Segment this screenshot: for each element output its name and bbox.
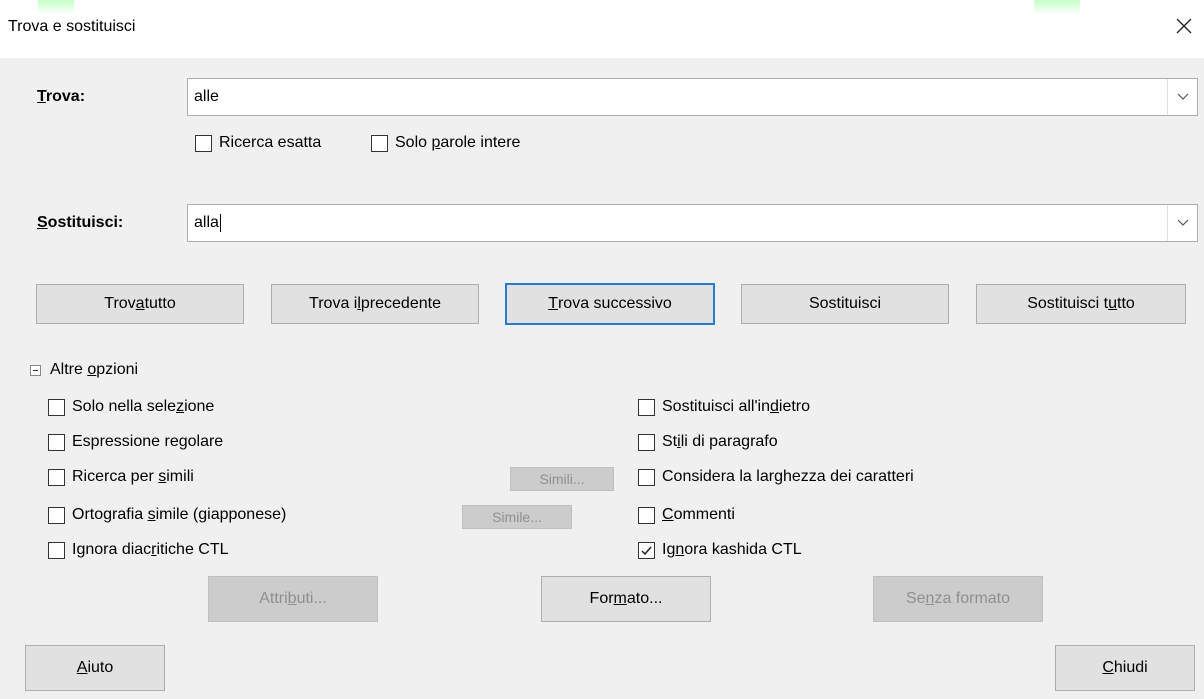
format-button[interactable]: For m ato... (541, 576, 711, 622)
title-accent-right (1034, 0, 1080, 14)
match-character-width-label: Considera la larghezza dei caratteri (662, 468, 914, 485)
replace-dropdown-button[interactable] (1167, 205, 1197, 241)
title-accent-left (38, 0, 74, 14)
replace-input[interactable]: alla (194, 214, 221, 232)
find-previous-button[interactable]: Trova il precedente (271, 284, 479, 324)
similarity-checkbox[interactable]: Ricerca per simili (48, 468, 194, 486)
whole-words-checkbox[interactable]: Solo parole intere (371, 134, 520, 152)
paragraph-styles-checkbox[interactable]: Stili di paragrafo (638, 433, 778, 451)
checkbox-box[interactable] (48, 468, 65, 486)
replace-all-button[interactable]: Sostituisci t u tto (976, 284, 1186, 324)
checkbox-box[interactable] (48, 433, 65, 451)
find-dropdown-button[interactable] (1167, 79, 1197, 115)
replace-label: Sostituisci: (37, 214, 124, 231)
find-all-button[interactable]: Trov a tutto (36, 284, 244, 324)
ignore-diacritics-checkbox[interactable]: Ignora diacritiche CTL (48, 541, 229, 559)
collapse-icon (30, 364, 41, 376)
close-button[interactable]: Chiudi (1055, 645, 1195, 691)
checkbox-box[interactable] (48, 506, 65, 524)
ignore-diacritics-label: Ignora diacritiche CTL (72, 541, 229, 558)
help-button[interactable]: Aiuto (25, 645, 165, 691)
checkbox-box[interactable] (638, 468, 655, 486)
checkmark-icon (641, 546, 652, 555)
checkbox-box[interactable] (638, 433, 655, 451)
checkbox-box[interactable] (371, 134, 388, 152)
replace-button[interactable]: Sostituisci (741, 284, 949, 324)
find-next-button[interactable]: Trova successivo (505, 283, 715, 325)
comments-checkbox[interactable]: Commenti (638, 506, 735, 524)
regex-label: Espressione regolare (72, 433, 224, 450)
find-combobox[interactable]: alle (187, 78, 1198, 116)
japanese-sounds-like-label: Ortografia simile (giapponese) (72, 506, 287, 523)
chevron-down-icon (1177, 93, 1188, 100)
exact-search-checkbox[interactable]: Ricerca esatta (195, 134, 321, 152)
dialog-title: Trova e sostituisci (8, 18, 136, 35)
match-character-width-checkbox[interactable]: Considera la larghezza dei caratteri (638, 468, 914, 486)
replace-combobox[interactable]: alla (187, 204, 1198, 242)
selection-only-checkbox[interactable]: Solo nella selezione (48, 398, 214, 416)
find-label: Trova: (37, 88, 86, 105)
find-input[interactable]: alle (194, 88, 219, 106)
paragraph-styles-label: Stili di paragrafo (662, 433, 778, 450)
regex-checkbox[interactable]: Espressione regolare (48, 433, 223, 451)
selection-only-label: Solo nella selezione (72, 398, 215, 415)
text-caret (219, 214, 221, 232)
replace-backwards-label: Sostituisci all'indietro (662, 398, 811, 415)
chevron-down-icon (1177, 219, 1188, 226)
no-format-button[interactable]: Se n za formato (873, 576, 1043, 622)
similarity-label: Ricerca per simili (72, 468, 194, 485)
comments-label: Commenti (662, 506, 735, 523)
attributes-button[interactable]: Attri b uti... (208, 576, 378, 622)
exact-search-label: Ricerca esatta (219, 134, 322, 151)
close-icon (1176, 18, 1192, 34)
checkbox-box[interactable] (195, 134, 212, 152)
more-options-expander[interactable]: Altre opzioni (30, 361, 138, 379)
dialog-titlebar: Trova e sostituisci (0, 0, 1204, 58)
more-options-label: Altre opzioni (50, 361, 139, 378)
checkbox-box[interactable] (48, 541, 65, 559)
checkbox-box[interactable] (48, 398, 65, 416)
checkbox-box[interactable] (638, 506, 655, 524)
checkbox-box[interactable] (638, 398, 655, 416)
checkbox-box[interactable] (638, 541, 655, 559)
similarities-button[interactable]: Simili... (510, 467, 614, 491)
whole-words-label: Solo parole intere (395, 134, 521, 151)
sounds-like-options-button[interactable]: Simile... (462, 505, 572, 529)
japanese-sounds-like-checkbox[interactable]: Ortografia simile (giapponese) (48, 506, 286, 524)
ignore-kashida-label: Ignora kashida CTL (662, 541, 802, 558)
replace-backwards-checkbox[interactable]: Sostituisci all'indietro (638, 398, 810, 416)
close-window-button[interactable] (1168, 10, 1200, 42)
ignore-kashida-checkbox[interactable]: Ignora kashida CTL (638, 541, 802, 559)
